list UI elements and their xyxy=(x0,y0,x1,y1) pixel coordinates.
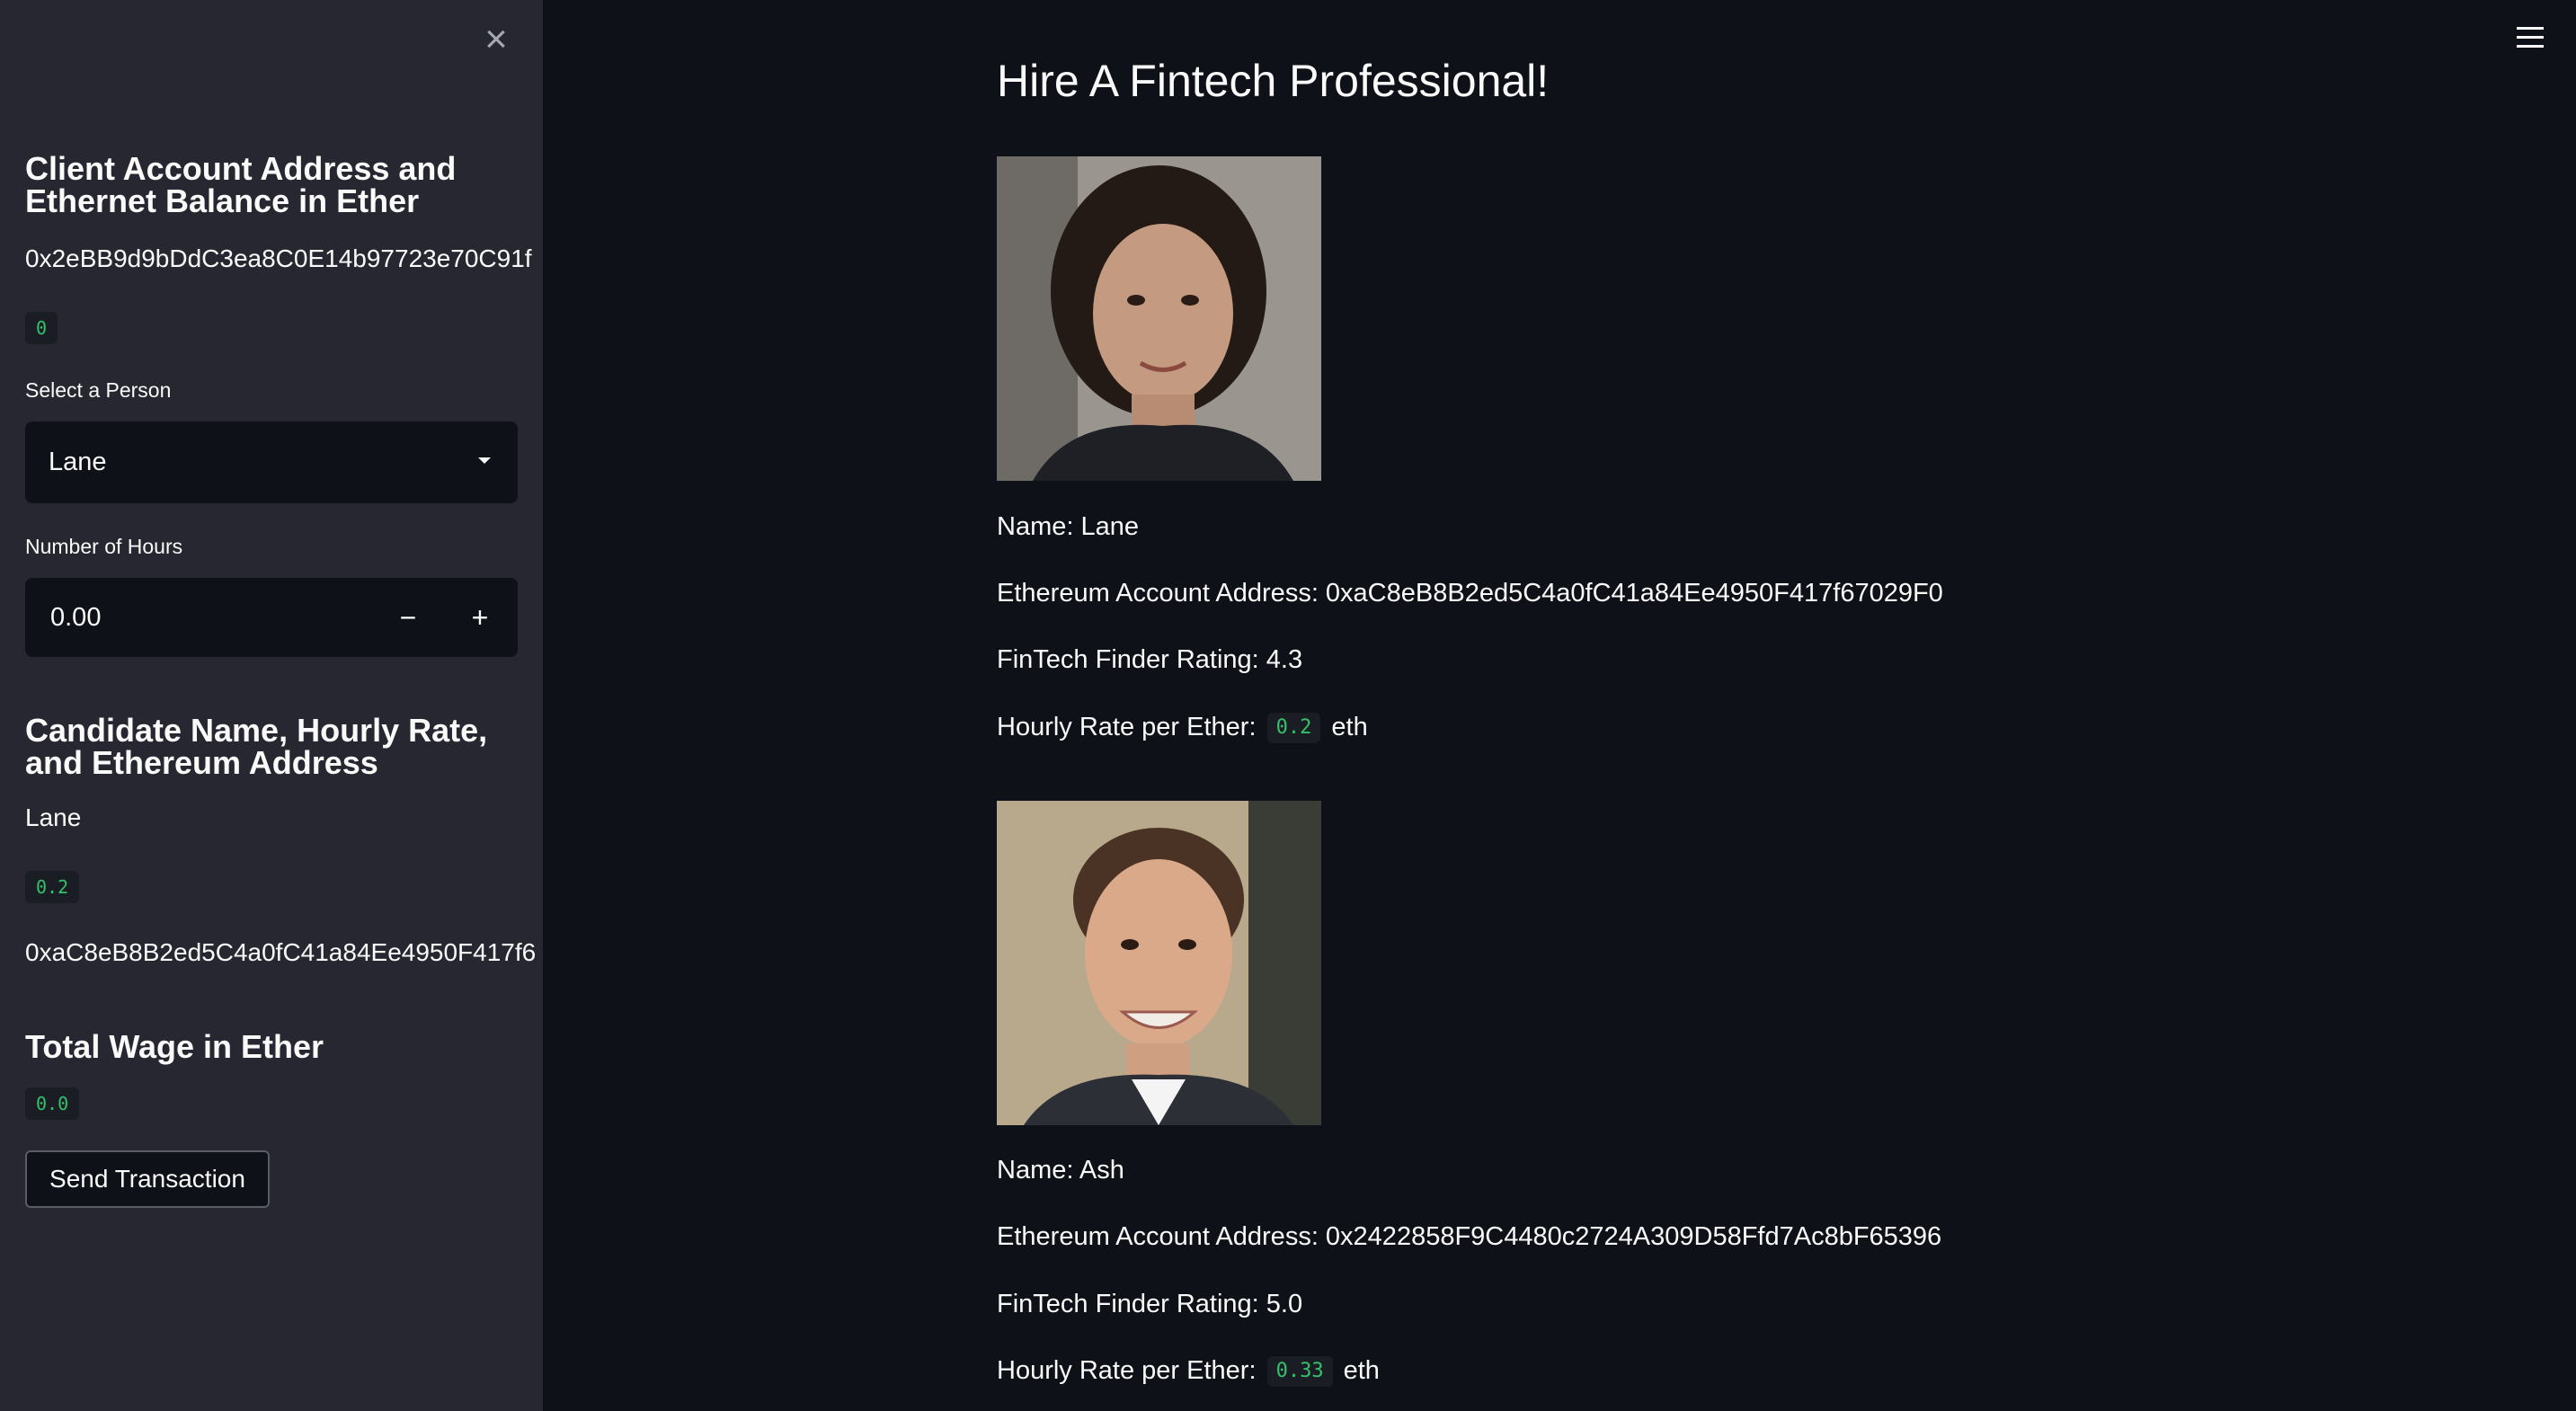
candidate-rate-line-lane: Hourly Rate per Ether: 0.2 eth xyxy=(997,712,1368,744)
total-wage-badge: 0.0 xyxy=(25,1087,80,1120)
total-wage-heading: Total Wage in Ether xyxy=(25,1028,324,1065)
candidate-address-ash: Ethereum Account Address: 0x2422858F9C44… xyxy=(997,1222,1942,1251)
candidate-rating-ash: FinTech Finder Rating: 5.0 xyxy=(997,1290,1303,1318)
candidate-rating-lane: FinTech Finder Rating: 4.3 xyxy=(997,645,1303,674)
candidate-address-lane: Ethereum Account Address: 0xaC8eB8B2ed5C… xyxy=(997,579,1943,608)
rate-value: 0.33 xyxy=(1266,1356,1333,1388)
candidate-name: Lane xyxy=(25,803,82,831)
select-person-label: Select a Person xyxy=(25,378,172,402)
sidebar: × Client Account Address and Ethernet Ba… xyxy=(0,0,543,1411)
candidate-photo-ash xyxy=(997,801,1321,1125)
rate-suffix: eth xyxy=(1343,1356,1380,1385)
client-account-heading: Client Account Address and Ethernet Bala… xyxy=(25,150,457,219)
send-transaction-button[interactable]: Send Transaction xyxy=(25,1150,270,1208)
hours-input[interactable] xyxy=(25,578,367,657)
client-balance: 0 xyxy=(25,312,58,344)
rate-suffix: eth xyxy=(1331,713,1368,741)
select-person-dropdown[interactable]: Lane xyxy=(25,422,518,503)
candidate-rate-badge: 0.2 xyxy=(25,871,80,903)
candidate-name-ash: Name: Ash xyxy=(997,1156,1124,1185)
candidate-photo-lane xyxy=(997,156,1321,481)
select-person-value: Lane xyxy=(49,448,107,476)
decrement-button[interactable]: − xyxy=(372,578,444,657)
hours-label: Number of Hours xyxy=(25,535,183,558)
candidate-rate: 0.2 xyxy=(25,871,80,903)
candidate-heading: Candidate Name, Hourly Rate, and Ethereu… xyxy=(25,712,488,781)
chevron-down-icon xyxy=(478,457,491,464)
candidate-address: 0xaC8eB8B2ed5C4a0fC41a84Ee4950F417f6 xyxy=(25,938,537,966)
close-icon[interactable]: × xyxy=(478,20,514,59)
candidate-name-lane: Name: Lane xyxy=(997,512,1139,541)
hamburger-menu-icon[interactable] xyxy=(2517,27,2544,52)
client-address: 0x2eBB9d9bDdC3ea8C0E14b97723e70C91f xyxy=(25,244,532,272)
increment-button[interactable]: + xyxy=(444,578,516,657)
rate-value: 0.2 xyxy=(1266,713,1321,744)
total-wage-value: 0.0 xyxy=(25,1087,80,1120)
hours-number-input: − + xyxy=(25,578,518,657)
client-balance-badge: 0 xyxy=(25,312,58,344)
candidate-rate-line-ash: Hourly Rate per Ether: 0.33 eth xyxy=(997,1355,1380,1388)
rate-prefix: Hourly Rate per Ether: xyxy=(997,1356,1257,1385)
page-title: Hire A Fintech Professional! xyxy=(997,56,1550,106)
rate-prefix: Hourly Rate per Ether: xyxy=(997,713,1257,741)
